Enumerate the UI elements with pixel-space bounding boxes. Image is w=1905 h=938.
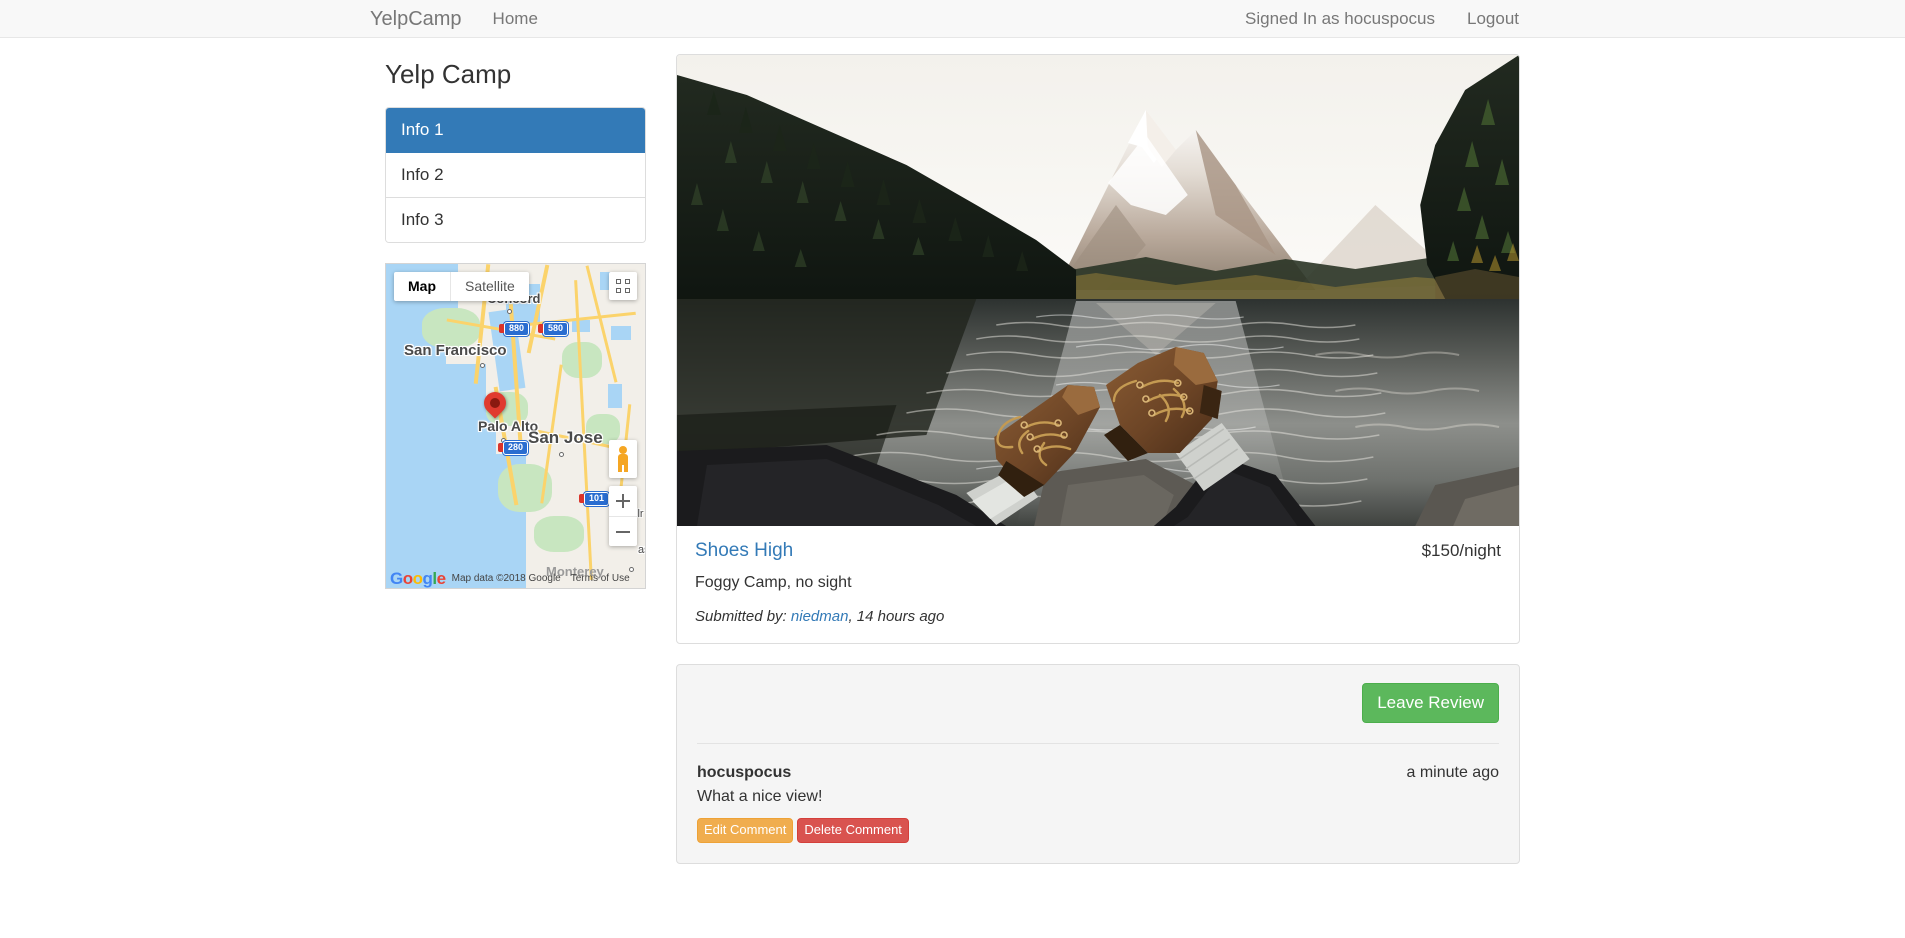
map-terms-of-use-link[interactable]: Terms of Use <box>571 573 630 584</box>
fullscreen-corner-br <box>625 287 630 293</box>
sidebar-item-info-2[interactable]: Info 2 <box>386 152 645 198</box>
minus-icon <box>616 530 630 533</box>
navbar-right-group: Signed In as hocuspocus Logout <box>1229 0 1535 38</box>
reviews-toolbar: Leave Review <box>697 683 1499 724</box>
review-header: hocuspocus a minute ago <box>697 764 1499 782</box>
review-timestamp: a minute ago <box>1406 764 1499 782</box>
zoom-out-button[interactable] <box>609 515 637 546</box>
campground-submitted-by: Submitted by: niedman, 14 hours ago <box>695 608 1501 625</box>
campground-price: $150/night <box>1421 541 1501 560</box>
zoom-in-button[interactable] <box>609 486 637 516</box>
street-view-pegman-icon[interactable] <box>609 439 637 478</box>
fullscreen-icon[interactable] <box>609 271 637 300</box>
review-text: What a nice view! <box>697 788 823 806</box>
map-reservoir-1 <box>572 319 590 332</box>
map-label-san-jose: San Jose <box>528 427 603 447</box>
pegman-head <box>619 445 627 454</box>
nav-signed-in-status[interactable]: Signed In as hocuspocus <box>1229 0 1451 38</box>
map-zoom-control <box>609 485 637 546</box>
reviews-panel: Leave Review hocuspocus a minute ago Wha… <box>676 664 1520 864</box>
google-logo: Google <box>390 569 446 589</box>
sidebar-item-info-1[interactable]: Info 1 <box>386 107 645 153</box>
brand-logo[interactable]: YelpCamp <box>370 0 477 38</box>
map-type-button-map[interactable]: Map <box>394 271 451 302</box>
sidebar-info-list: Info 1 Info 2 Info 3 <box>385 106 646 243</box>
map-attribution: Map data ©2018 Google <box>451 573 561 585</box>
map-label-salinas: as <box>638 543 645 556</box>
map-shield-580: 580 <box>537 321 569 336</box>
sidebar-column: Yelp Camp Info 1 Info 2 Info 3 San Franc… <box>370 54 661 864</box>
navbar: YelpCamp Home Signed In as hocuspocus Lo… <box>0 0 1905 38</box>
review-item: hocuspocus a minute ago What a nice view… <box>697 744 1499 843</box>
page-title: Yelp Camp <box>385 59 512 89</box>
plus-icon-v <box>622 493 624 508</box>
review-author: hocuspocus <box>697 764 792 782</box>
map-dot-san-francisco <box>480 362 485 368</box>
page-container: Yelp Camp Info 1 Info 2 Info 3 San Franc… <box>370 38 1535 864</box>
campground-details: Shoes High $150/night Foggy Camp, no sig… <box>677 526 1519 643</box>
map-shield-101: 101 <box>578 491 610 506</box>
submitted-by-suffix: , 14 hours ago <box>848 608 945 625</box>
map-reservoir-2 <box>611 325 631 340</box>
edit-comment-button[interactable]: Edit Comment <box>697 818 794 843</box>
fullscreen-corner-tl <box>616 278 621 284</box>
campground-name-link[interactable]: Shoes High <box>695 540 793 562</box>
pegman-leg-right <box>624 463 628 472</box>
map-type-control: Map Satellite <box>394 271 529 302</box>
navbar-left-group: YelpCamp Home <box>370 0 554 38</box>
navbar-inner: YelpCamp Home Signed In as hocuspocus Lo… <box>370 0 1535 37</box>
map-shield-880: 880 <box>498 321 530 336</box>
nav-item-home[interactable]: Home <box>477 0 554 38</box>
submitted-by-prefix: Submitted by: <box>695 608 791 625</box>
map-reservoir-3 <box>608 383 622 408</box>
campground-card: Shoes High $150/night Foggy Camp, no sig… <box>676 54 1520 644</box>
fullscreen-corner-tr <box>625 278 630 284</box>
campground-description: Foggy Camp, no sight <box>695 574 852 591</box>
campground-header: Shoes High $150/night <box>695 540 1501 562</box>
map-dot-san-jose <box>559 451 564 457</box>
campground-photo <box>677 55 1519 526</box>
map-footer: Google Map data ©2018 Google Terms of Us… <box>386 570 645 588</box>
map-shield-280: 280 <box>497 440 529 455</box>
map-type-button-satellite[interactable]: Satellite <box>451 272 529 301</box>
google-map[interactable]: Concord San Francisco Palo Alto San Jose… <box>385 262 646 589</box>
nav-logout-link[interactable]: Logout <box>1451 0 1535 38</box>
sidebar-item-info-3[interactable]: Info 3 <box>386 197 645 242</box>
fullscreen-corner-bl <box>616 287 621 293</box>
map-green-south <box>534 515 584 552</box>
map-label-san-francisco: San Francisco <box>404 341 507 359</box>
map-dot-concord <box>507 308 512 314</box>
campground-author-link[interactable]: niedman <box>791 608 849 625</box>
review-actions: Edit Comment Delete Comment <box>697 818 1499 843</box>
delete-comment-button[interactable]: Delete Comment <box>797 818 909 843</box>
pegman-leg-left <box>618 463 622 472</box>
main-column: Shoes High $150/night Foggy Camp, no sig… <box>661 54 1535 864</box>
leave-review-button[interactable]: Leave Review <box>1362 683 1499 724</box>
